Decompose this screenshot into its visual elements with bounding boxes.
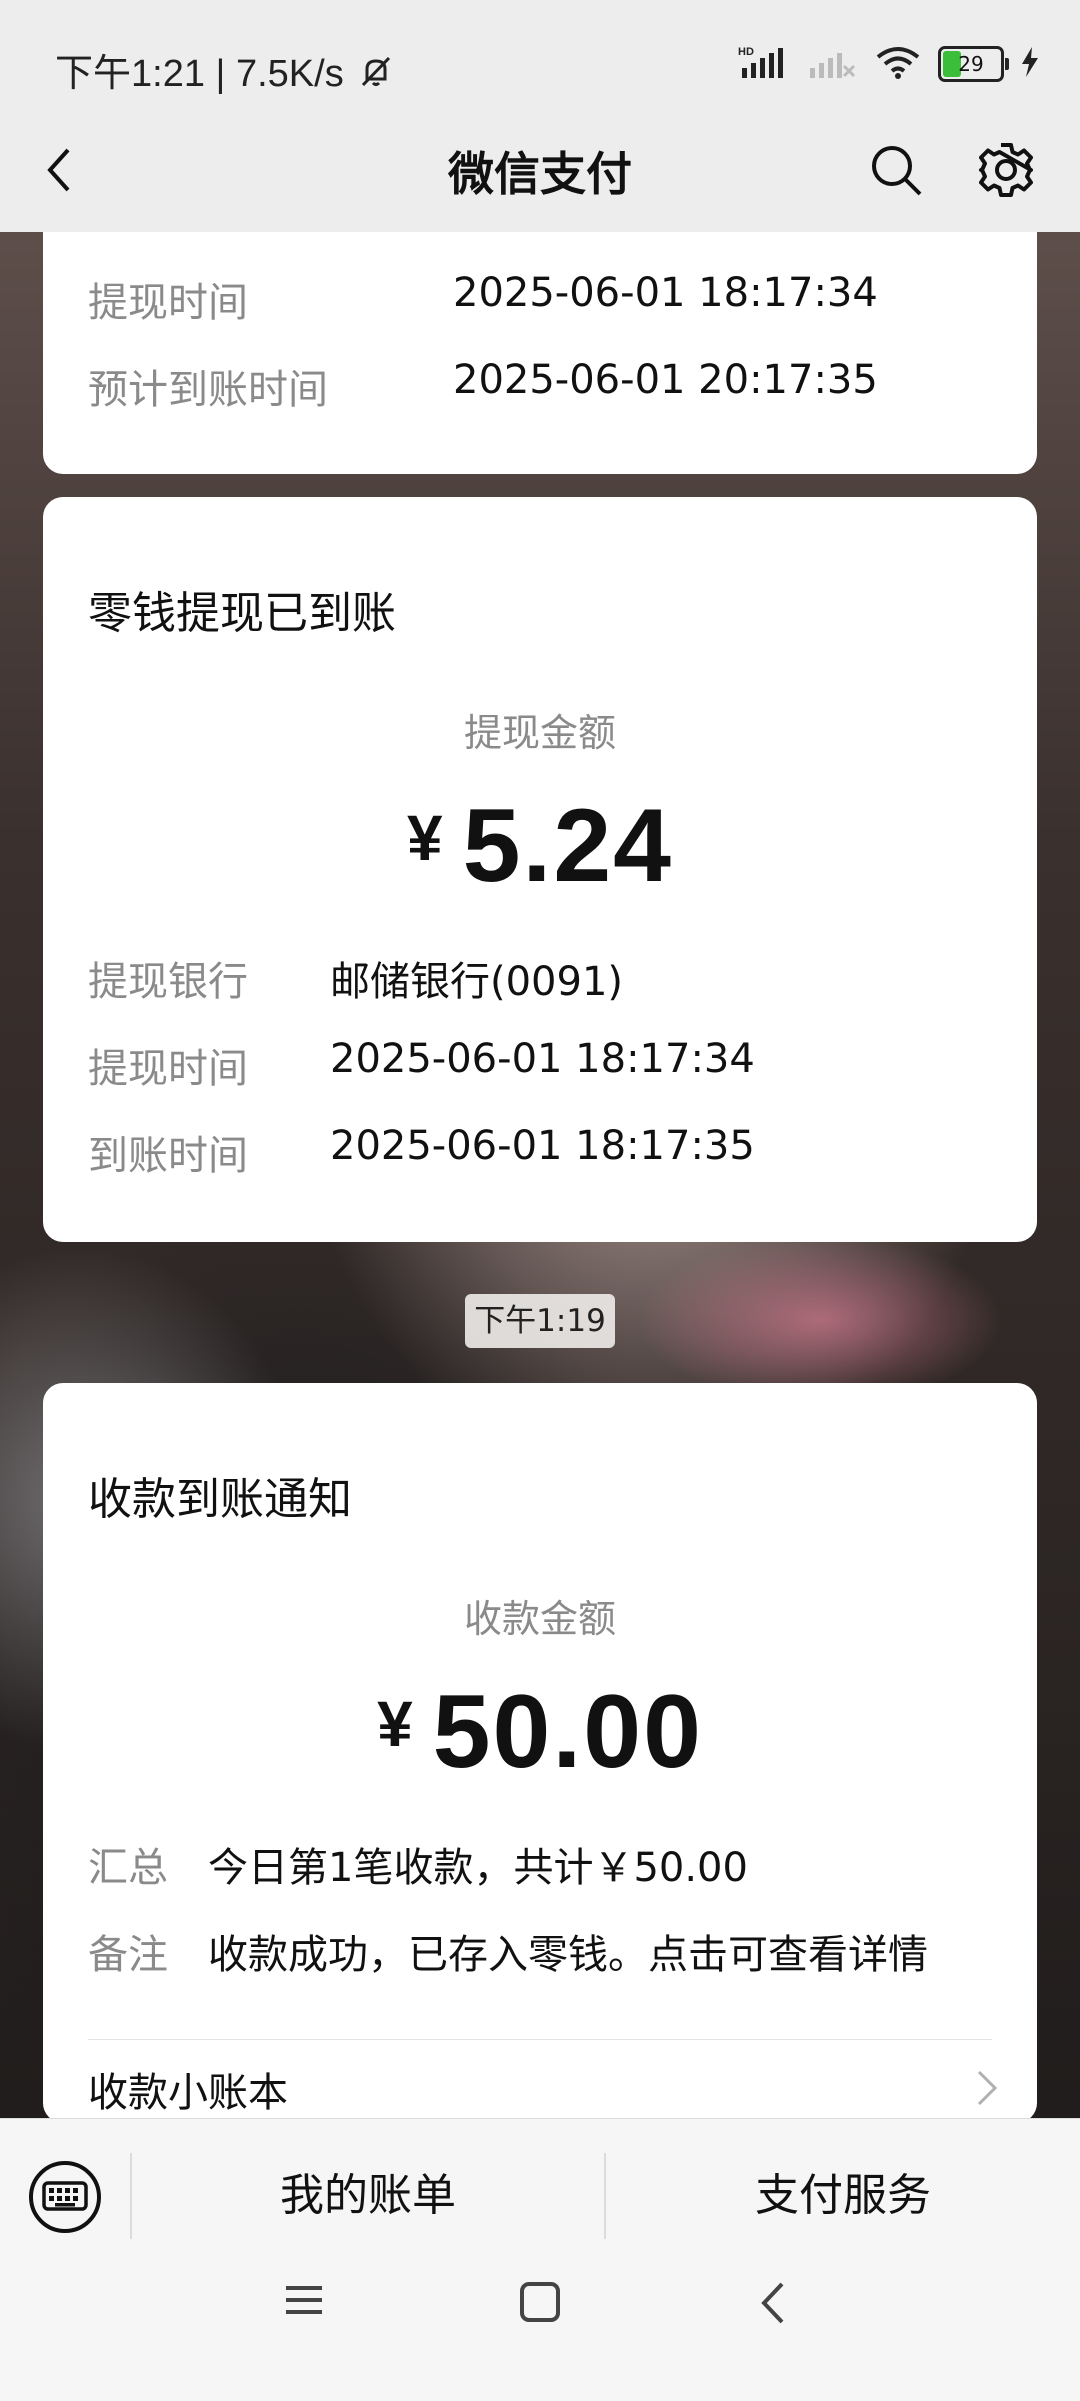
row-label: 提现时间 <box>88 1046 248 1092</box>
amount-label: 提现金额 <box>463 711 616 755</box>
withdraw-arrived-card[interactable]: 零钱提现已到账 提现金额 ¥5.24 提现银行 邮储银行(0091) 提现时间 … <box>43 497 1037 1242</box>
status-left: 下午1:21 | 7.5K/s <box>55 42 394 99</box>
amount-label: 收款金额 <box>463 1597 616 1641</box>
message-timestamp: 下午1:19 <box>465 1294 615 1348</box>
withdraw-processing-card[interactable]: 提现时间 2025-06-01 18:17:34 预计到账时间 2025-06-… <box>43 232 1037 474</box>
status-separator: | <box>215 53 226 95</box>
row-value: 2025-06-01 20:17:35 <box>453 357 878 403</box>
charging-icon <box>1020 46 1040 82</box>
row-value: 2025-06-01 18:17:34 <box>453 270 878 316</box>
card-title: 收款到账通知 <box>88 1474 352 1525</box>
row-label: 到账时间 <box>88 1133 248 1179</box>
keyboard-icon[interactable] <box>27 2159 103 2239</box>
row-label: 提现时间 <box>88 280 248 326</box>
hd-signal-icon: HD <box>738 44 792 84</box>
menu-icon[interactable] <box>282 2280 326 2324</box>
currency-symbol: ¥ <box>406 802 443 874</box>
wifi-icon <box>874 44 922 84</box>
amount-value: 5.24 <box>462 788 673 904</box>
row-value: 收款成功，已存入零钱。点击可查看详情 <box>208 1932 928 1978</box>
row-label: 预计到账时间 <box>88 367 328 413</box>
top-nav-bar: 微信支付 <box>0 110 1080 232</box>
currency-symbol: ¥ <box>377 1688 413 1760</box>
home-icon[interactable] <box>518 2280 562 2328</box>
row-value: 邮储银行(0091) <box>330 959 624 1005</box>
status-speed: 7.5K/s <box>235 53 344 95</box>
row-label: 提现银行 <box>88 959 248 1005</box>
pay-service-button[interactable]: 支付服务 <box>606 2159 1080 2223</box>
ledger-link-label: 收款小账本 <box>88 2070 288 2116</box>
ledger-link[interactable]: 收款小账本 <box>43 2040 1037 2123</box>
status-time: 下午1:21 <box>55 53 205 95</box>
back-icon[interactable] <box>756 2280 790 2330</box>
search-icon[interactable] <box>856 130 936 210</box>
mute-bell-icon <box>358 53 394 99</box>
row-label: 备注 <box>88 1932 168 1978</box>
bottom-menu-bar: 我的账单 支付服务 <box>0 2118 1080 2401</box>
row-value: 2025-06-01 18:17:34 <box>330 1036 755 1082</box>
battery-level: 29 <box>958 52 984 76</box>
signal-icon <box>808 44 858 84</box>
svg-text:HD: HD <box>738 46 754 58</box>
card-title: 零钱提现已到账 <box>88 588 396 639</box>
amount-display: ¥50.00 <box>43 1673 1037 1792</box>
row-value: 今日第1笔收款，共计￥50.00 <box>208 1845 748 1891</box>
amount-value: 50.00 <box>432 1674 703 1790</box>
payment-received-card[interactable]: 收款到账通知 收款金额 ¥50.00 汇总 今日第1笔收款，共计￥50.00 备… <box>43 1383 1037 2123</box>
gear-icon[interactable] <box>966 130 1046 210</box>
amount-display: ¥5.24 <box>43 787 1037 906</box>
row-value: 2025-06-01 18:17:35 <box>330 1123 755 1169</box>
status-right: HD 29 <box>738 44 1040 84</box>
chevron-right-icon <box>975 2068 999 2112</box>
battery-icon: 29 <box>938 46 1009 82</box>
row-label: 汇总 <box>88 1845 168 1891</box>
my-bill-button[interactable]: 我的账单 <box>132 2159 604 2223</box>
